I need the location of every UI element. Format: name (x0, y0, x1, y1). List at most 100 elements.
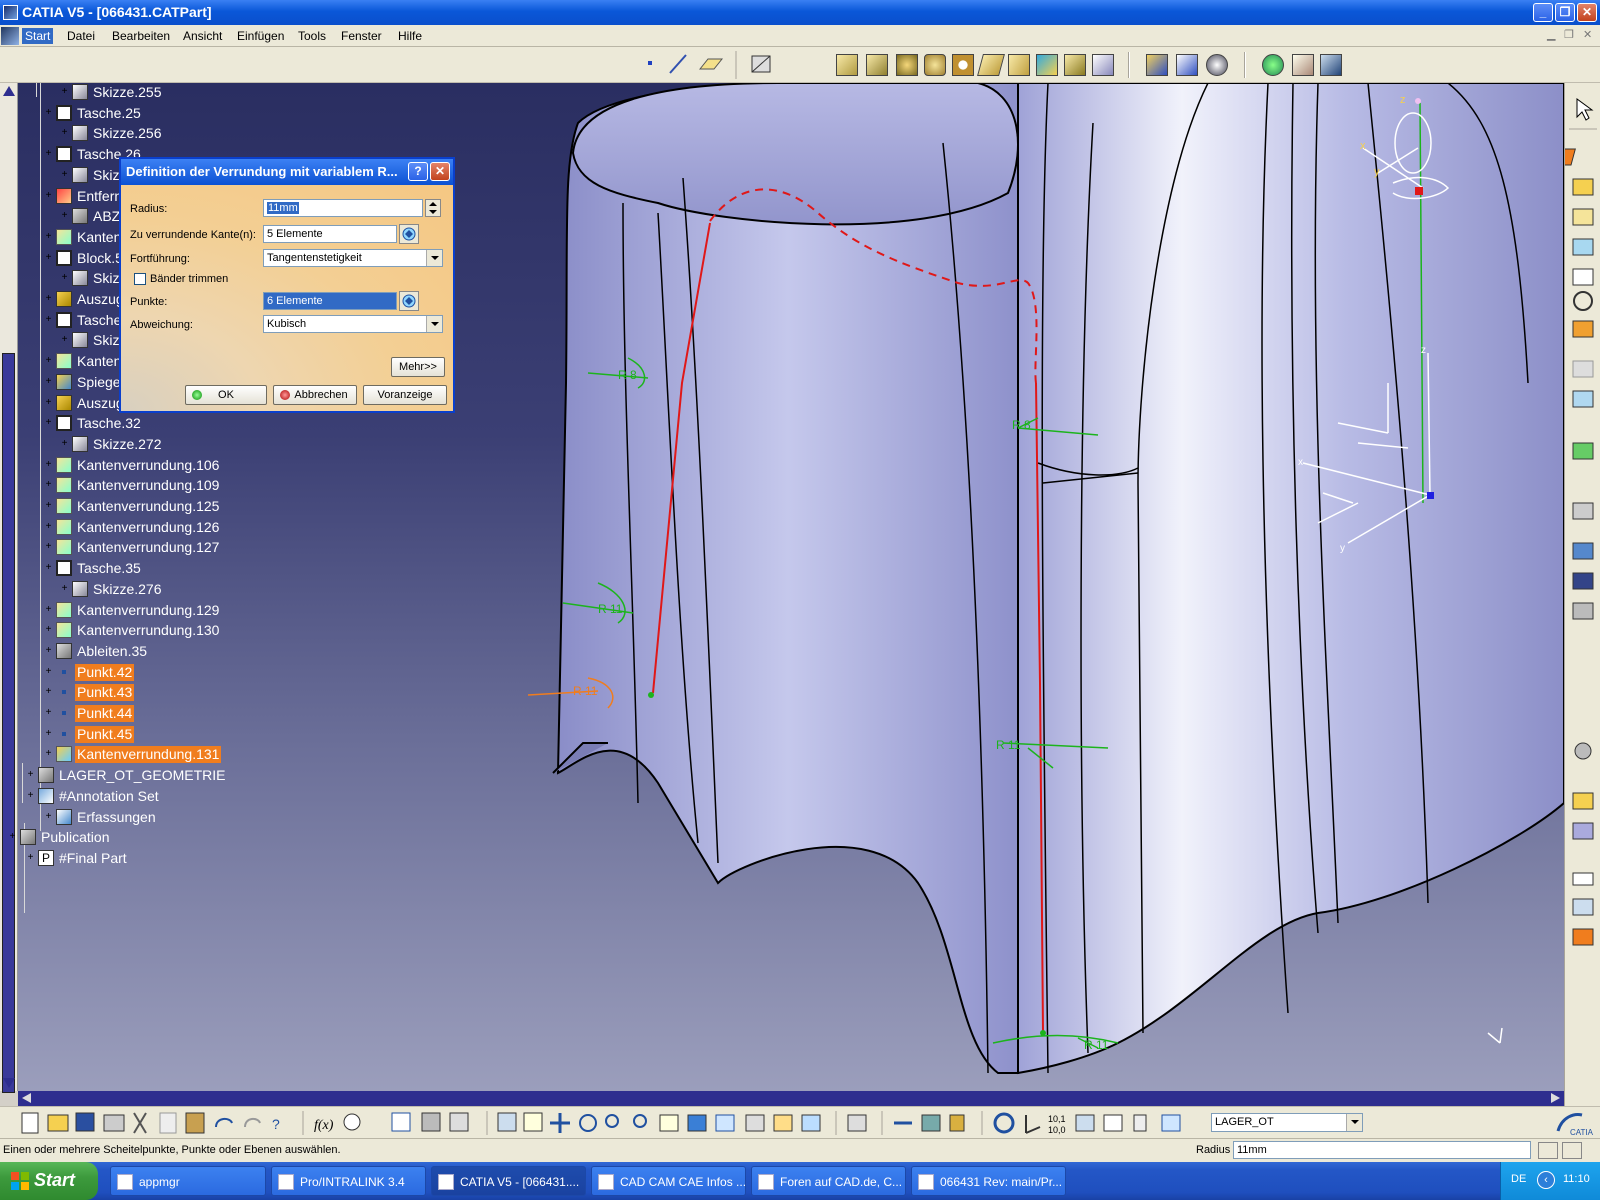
radius-input[interactable]: 11mm (263, 199, 423, 217)
ok-button[interactable]: OK (185, 385, 267, 405)
tree-expand-icon[interactable]: + (44, 501, 53, 511)
tree-expand-icon[interactable]: + (44, 397, 53, 408)
pocket-icon[interactable] (866, 54, 888, 76)
chevron-down-icon[interactable] (1346, 1114, 1362, 1131)
constraint-icon[interactable] (1206, 54, 1228, 76)
radius-spinner[interactable] (425, 199, 441, 217)
chevron-down-icon[interactable] (426, 316, 442, 332)
tree-settings-icon[interactable] (1320, 54, 1342, 76)
menu-bearbeiten[interactable]: Bearbeiten (109, 28, 173, 44)
tray-expand-icon[interactable]: ‹ (1537, 1171, 1555, 1189)
task-appmgr[interactable]: appmgr (110, 1166, 266, 1196)
start-button[interactable]: Start (0, 1162, 98, 1200)
continuation-select[interactable]: Tangentenstetigkeit (263, 249, 443, 267)
tree-expand-icon[interactable]: + (26, 790, 35, 801)
stiffener-icon[interactable] (1092, 54, 1114, 76)
scroll-down-icon[interactable] (3, 1078, 15, 1088)
catia-logo-icon[interactable] (1, 27, 19, 45)
groove-icon[interactable] (924, 54, 946, 76)
mdi-minimize-icon[interactable]: ▁ (1547, 28, 1555, 41)
tree-expand-icon[interactable]: + (60, 335, 69, 345)
menu-hilfe[interactable]: Hilfe (395, 28, 425, 44)
trim-ribbons-checkbox[interactable] (134, 273, 146, 285)
menu-fenster[interactable]: Fenster (338, 28, 385, 44)
tree-expand-icon[interactable]: + (44, 480, 53, 490)
edges-select-button[interactable] (399, 224, 419, 244)
tree-expand-icon[interactable]: + (60, 128, 69, 138)
menu-start[interactable]: Start (22, 28, 54, 44)
task-cad-cam-cae[interactable]: CAD CAM CAE Infos ... (591, 1166, 746, 1196)
tree-expand-icon[interactable]: + (44, 542, 53, 552)
radius-annotation[interactable]: R 11 (1084, 1038, 1109, 1052)
catia-app-icon[interactable] (3, 5, 18, 20)
menu-ansicht[interactable]: Ansicht (180, 28, 225, 44)
positioned-sketch-icon[interactable] (1176, 54, 1198, 76)
tree-expand-icon[interactable]: + (60, 87, 69, 97)
tree-expand-icon[interactable]: + (26, 770, 35, 780)
tree-expand-icon[interactable]: + (60, 583, 69, 594)
edit-sketch-icon[interactable] (1146, 54, 1168, 76)
radius-annotation-active[interactable]: R 11 (573, 684, 598, 698)
menu-datei[interactable]: Datei (64, 28, 98, 44)
status-stop-icon[interactable] (1562, 1142, 1582, 1159)
tree-expand-icon[interactable]: + (44, 625, 53, 635)
tree-expand-icon[interactable]: + (60, 438, 69, 449)
deviation-select[interactable]: Kubisch (263, 315, 443, 333)
tree-expand-icon[interactable]: + (44, 107, 53, 118)
pad-icon[interactable] (836, 54, 858, 76)
maximize-button[interactable]: ❐ (1555, 3, 1575, 22)
mdi-close-icon[interactable]: ✕ (1583, 28, 1592, 41)
tree-expand-icon[interactable]: + (44, 459, 53, 470)
scroll-right-icon[interactable] (1551, 1093, 1560, 1103)
tree-expand-icon[interactable]: + (44, 356, 53, 366)
chevron-down-icon[interactable] (426, 250, 442, 266)
tree-expand-icon[interactable]: + (44, 708, 53, 718)
menu-einfuegen[interactable]: Einfügen (234, 28, 287, 44)
tree-expand-icon[interactable]: + (44, 604, 53, 615)
horizontal-scrollbar[interactable] (18, 1091, 1564, 1106)
tree-expand-icon[interactable]: + (26, 852, 35, 863)
hole-icon[interactable] (952, 54, 974, 76)
shaft-icon[interactable] (896, 54, 918, 76)
dialog-help-button[interactable]: ? (408, 162, 428, 181)
tree-expand-icon[interactable]: + (44, 190, 53, 201)
tree-expand-icon[interactable]: + (44, 563, 53, 573)
close-button[interactable]: ✕ (1577, 3, 1597, 22)
task-catia[interactable]: CATIA V5 - [066431.... (431, 1166, 586, 1196)
tree-expand-icon[interactable]: + (44, 314, 53, 325)
draft-analysis-icon[interactable] (1292, 54, 1314, 76)
tree-expand-icon[interactable]: + (44, 231, 53, 242)
tree-expand-icon[interactable]: + (60, 273, 69, 283)
points-field[interactable]: 6 Elemente (263, 292, 397, 310)
minimize-button[interactable]: _ (1533, 3, 1553, 22)
status-radius-input[interactable]: 11mm (1233, 1141, 1531, 1159)
task-foren-cad[interactable]: Foren auf CAD.de, C... (751, 1166, 906, 1196)
radius-annotation[interactable]: R 11 (996, 738, 1021, 752)
edges-field[interactable]: 5 Elemente (263, 225, 397, 243)
tree-expand-icon[interactable]: + (44, 687, 53, 697)
dialog-close-button[interactable]: ✕ (430, 162, 450, 181)
layer-select[interactable]: LAGER_OT (1211, 1113, 1363, 1132)
analysis-icon[interactable] (1262, 54, 1284, 76)
tree-expand-icon[interactable]: + (44, 521, 53, 532)
radius-annotation[interactable]: R 8 (618, 368, 637, 382)
dialog-title-bar[interactable]: Definition der Verrundung mit variablem … (121, 159, 453, 185)
tree-expand-icon[interactable]: + (44, 149, 53, 159)
preview-button[interactable]: Voranzeige (363, 385, 447, 405)
multi-section-solid-icon[interactable] (1036, 54, 1058, 76)
more-button[interactable]: Mehr>> (391, 357, 445, 377)
tree-expand-icon[interactable]: + (60, 211, 69, 221)
status-toggle-icon[interactable] (1538, 1142, 1558, 1159)
scroll-left-icon[interactable] (22, 1093, 31, 1103)
cancel-button[interactable]: Abbrechen (273, 385, 357, 405)
tree-expand-icon[interactable]: + (8, 832, 17, 842)
slot-icon[interactable] (1008, 54, 1030, 76)
tree-expand-icon[interactable]: + (44, 294, 53, 304)
tree-expand-icon[interactable]: + (44, 728, 53, 739)
points-select-button[interactable] (399, 291, 419, 311)
tree-expand-icon[interactable]: + (44, 666, 53, 677)
task-066431-rev[interactable]: 066431 Rev: main/Pr... (911, 1166, 1066, 1196)
task-intralink[interactable]: Pro/INTRALINK 3.4 (271, 1166, 426, 1196)
tree-expand-icon[interactable]: + (44, 811, 53, 822)
radius-annotation[interactable]: R 8 (1012, 418, 1031, 432)
